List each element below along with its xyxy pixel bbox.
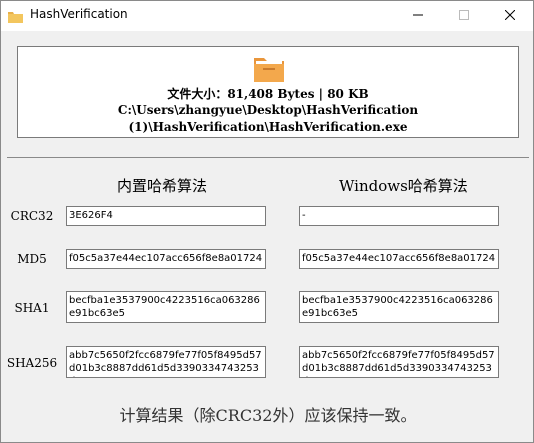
sha256-label: SHA256 <box>6 356 58 370</box>
close-button[interactable] <box>487 1 533 31</box>
file-path-line1: C:\Users\zhangyue\Desktop\HashVerificati… <box>117 103 419 117</box>
close-icon <box>504 9 516 23</box>
window-title: HashVerification <box>30 7 128 21</box>
windows-hash-heading: Windows哈希算法 <box>339 177 468 195</box>
app-icon <box>8 8 23 23</box>
builtin-hash-heading: 内置哈希算法 <box>117 177 208 195</box>
crc32-windows-field[interactable]: - <box>299 206 499 226</box>
md5-label: MD5 <box>17 252 47 266</box>
file-size-label: 文件大小：81,408 Bytes | 80 KB <box>167 87 369 101</box>
folder-icon <box>253 55 285 83</box>
sha256-windows-field[interactable]: abb7c5650f2fcc6879fe77f05f8495d57d01b3c8… <box>299 346 499 378</box>
app-window: HashVerification 文件大小：81,408 Bytes | 80 … <box>0 0 534 443</box>
md5-windows-field[interactable]: f05c5a37e44ec107acc656f8e8a01724 <box>299 249 499 269</box>
maximize-button[interactable] <box>441 1 487 31</box>
file-info-panel[interactable]: 文件大小：81,408 Bytes | 80 KB C:\Users\zhang… <box>17 46 519 138</box>
title-bar[interactable]: HashVerification <box>1 1 533 31</box>
minimize-icon <box>413 9 423 23</box>
file-path-line2: (1)\HashVerification\HashVerification.ex… <box>128 120 408 134</box>
crc32-builtin-field[interactable]: 3E626F4 <box>66 206 266 226</box>
md5-builtin-field[interactable]: f05c5a37e44ec107acc656f8e8a01724 <box>66 249 266 269</box>
minimize-button[interactable] <box>395 1 441 31</box>
crc32-label: CRC32 <box>10 209 54 223</box>
sha1-builtin-field[interactable]: becfba1e3537900c4223516ca063286e91bc63e5 <box>66 291 266 323</box>
divider <box>7 157 529 158</box>
sha256-builtin-field[interactable]: abb7c5650f2fcc6879fe77f05f8495d57d01b3c8… <box>66 346 266 378</box>
sha1-windows-field[interactable]: becfba1e3537900c4223516ca063286e91bc63e5 <box>299 291 499 323</box>
maximize-icon <box>459 9 469 23</box>
footer-note: 计算结果（除CRC32外）应该保持一致。 <box>119 406 417 425</box>
sha1-label: SHA1 <box>14 301 50 315</box>
